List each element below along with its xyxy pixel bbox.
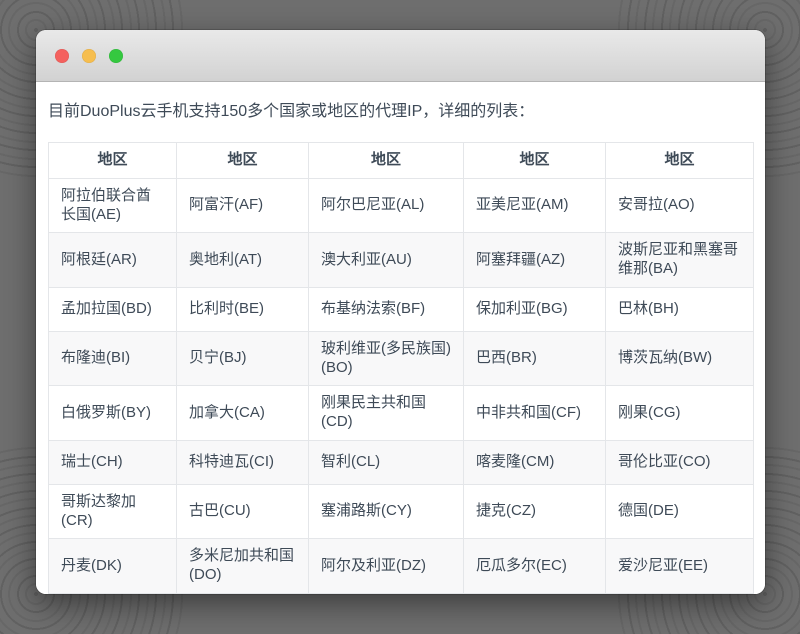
- close-button[interactable]: [55, 49, 69, 63]
- maximize-button[interactable]: [109, 49, 123, 63]
- region-cell: 玻利维亚(多民族国)(BO): [309, 331, 464, 386]
- region-cell: 刚果(CG): [606, 386, 754, 441]
- region-cell: 中非共和国(CF): [464, 386, 606, 441]
- region-cell: 瑞士(CH): [49, 440, 177, 484]
- column-header: 地区: [606, 143, 754, 179]
- region-cell: 奥地利(AT): [177, 233, 309, 288]
- region-cell: 亚美尼亚(AM): [464, 178, 606, 233]
- region-cell: 巴西(BR): [464, 331, 606, 386]
- region-cell: 刚果民主共和国(CD): [309, 386, 464, 441]
- table-row: 阿拉伯联合酋长国(AE)阿富汗(AF)阿尔巴尼亚(AL)亚美尼亚(AM)安哥拉(…: [49, 178, 754, 233]
- region-cell: 保加利亚(BG): [464, 287, 606, 331]
- column-header: 地区: [177, 143, 309, 179]
- table-row: 瑞士(CH)科特迪瓦(CI)智利(CL)喀麦隆(CM)哥伦比亚(CO): [49, 440, 754, 484]
- region-cell: 智利(CL): [309, 440, 464, 484]
- region-cell: 比利时(BE): [177, 287, 309, 331]
- region-cell: 布基纳法索(BF): [309, 287, 464, 331]
- region-cell: 贝宁(BJ): [177, 331, 309, 386]
- region-cell: 阿拉伯联合酋长国(AE): [49, 178, 177, 233]
- region-cell: 丹麦(DK): [49, 539, 177, 594]
- region-table: 地区地区地区地区地区 阿拉伯联合酋长国(AE)阿富汗(AF)阿尔巴尼亚(AL)亚…: [48, 142, 754, 594]
- region-cell: 布隆迪(BI): [49, 331, 177, 386]
- region-cell: 阿根廷(AR): [49, 233, 177, 288]
- region-cell: 波斯尼亚和黑塞哥维那(BA): [606, 233, 754, 288]
- column-header: 地区: [49, 143, 177, 179]
- column-header: 地区: [309, 143, 464, 179]
- minimize-button[interactable]: [82, 49, 96, 63]
- region-cell: 古巴(CU): [177, 484, 309, 539]
- region-cell: 澳大利亚(AU): [309, 233, 464, 288]
- table-row: 白俄罗斯(BY)加拿大(CA)刚果民主共和国(CD)中非共和国(CF)刚果(CG…: [49, 386, 754, 441]
- column-header: 地区: [464, 143, 606, 179]
- table-row: 哥斯达黎加(CR)古巴(CU)塞浦路斯(CY)捷克(CZ)德国(DE): [49, 484, 754, 539]
- region-cell: 阿富汗(AF): [177, 178, 309, 233]
- table-row: 阿根廷(AR)奥地利(AT)澳大利亚(AU)阿塞拜疆(AZ)波斯尼亚和黑塞哥维那…: [49, 233, 754, 288]
- window-titlebar[interactable]: [36, 30, 765, 82]
- table-row: 孟加拉国(BD)比利时(BE)布基纳法索(BF)保加利亚(BG)巴林(BH): [49, 287, 754, 331]
- region-cell: 哥伦比亚(CO): [606, 440, 754, 484]
- region-cell: 白俄罗斯(BY): [49, 386, 177, 441]
- region-cell: 塞浦路斯(CY): [309, 484, 464, 539]
- window-content: 目前DuoPlus云手机支持150多个国家或地区的代理IP，详细的列表： 地区地…: [36, 82, 765, 594]
- region-cell: 阿塞拜疆(AZ): [464, 233, 606, 288]
- table-row: 丹麦(DK)多米尼加共和国(DO)阿尔及利亚(DZ)厄瓜多尔(EC)爱沙尼亚(E…: [49, 539, 754, 594]
- region-cell: 爱沙尼亚(EE): [606, 539, 754, 594]
- region-cell: 阿尔巴尼亚(AL): [309, 178, 464, 233]
- region-cell: 捷克(CZ): [464, 484, 606, 539]
- region-cell: 科特迪瓦(CI): [177, 440, 309, 484]
- desktop-background: { "window": { "traffic_lights": { "close…: [0, 0, 800, 634]
- region-cell: 巴林(BH): [606, 287, 754, 331]
- app-window: 目前DuoPlus云手机支持150多个国家或地区的代理IP，详细的列表： 地区地…: [36, 30, 765, 594]
- table-row: 布隆迪(BI)贝宁(BJ)玻利维亚(多民族国)(BO)巴西(BR)博茨瓦纳(BW…: [49, 331, 754, 386]
- region-cell: 厄瓜多尔(EC): [464, 539, 606, 594]
- region-cell: 喀麦隆(CM): [464, 440, 606, 484]
- region-cell: 德国(DE): [606, 484, 754, 539]
- region-cell: 多米尼加共和国(DO): [177, 539, 309, 594]
- table-body: 阿拉伯联合酋长国(AE)阿富汗(AF)阿尔巴尼亚(AL)亚美尼亚(AM)安哥拉(…: [49, 178, 754, 593]
- region-cell: 安哥拉(AO): [606, 178, 754, 233]
- region-cell: 博茨瓦纳(BW): [606, 331, 754, 386]
- region-cell: 孟加拉国(BD): [49, 287, 177, 331]
- region-cell: 阿尔及利亚(DZ): [309, 539, 464, 594]
- table-header-row: 地区地区地区地区地区: [49, 143, 754, 179]
- region-cell: 加拿大(CA): [177, 386, 309, 441]
- region-cell: 哥斯达黎加(CR): [49, 484, 177, 539]
- intro-text: 目前DuoPlus云手机支持150多个国家或地区的代理IP，详细的列表：: [48, 100, 753, 124]
